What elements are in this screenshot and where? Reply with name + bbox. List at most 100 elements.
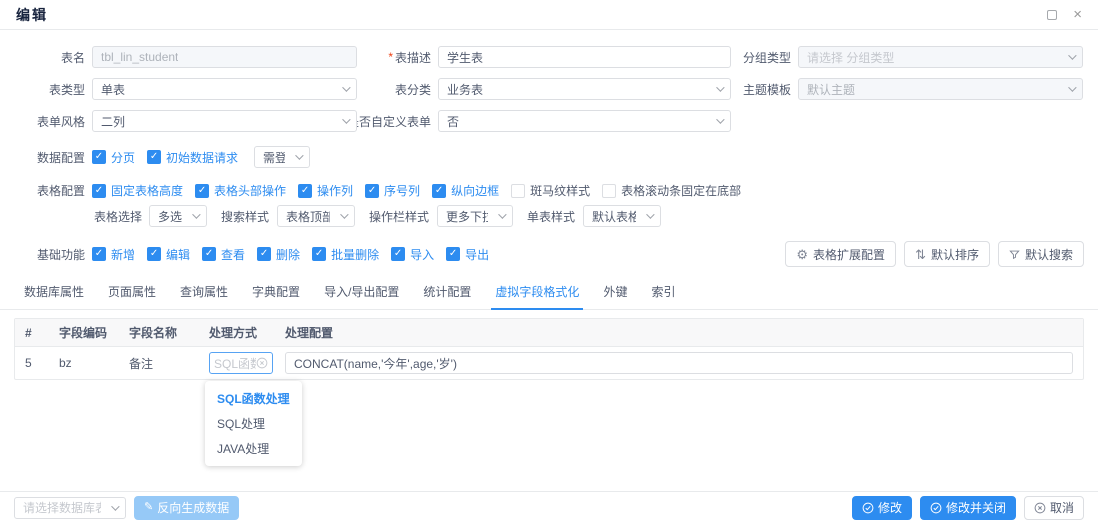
- dropdown-option-sql[interactable]: SQL处理: [205, 411, 302, 436]
- checkbox-table-header-actions[interactable]: ✓ 表格头部操作: [195, 182, 286, 199]
- tab-virtual-field-format[interactable]: 虚拟字段格式化: [483, 279, 591, 309]
- process-method-dropdown: SQL函数处理 SQL处理 JAVA处理: [205, 381, 302, 466]
- col-index: #: [15, 326, 53, 340]
- col-field-name: 字段名称: [123, 324, 203, 341]
- form-style-select[interactable]: 二列: [92, 110, 357, 132]
- col-field-code: 字段编码: [53, 324, 123, 341]
- table-category-select[interactable]: 业务表: [438, 78, 731, 100]
- dropdown-option-java[interactable]: JAVA处理: [205, 436, 302, 461]
- tab-database-props[interactable]: 数据库属性: [12, 279, 96, 309]
- checkbox-checked-icon: ✓: [365, 184, 379, 198]
- checkbox-pagination[interactable]: ✓ 分页: [92, 149, 135, 166]
- checkbox-initial-data-request[interactable]: ✓ 初始数据请求: [147, 149, 238, 166]
- single-table-style-select[interactable]: 默认表格: [583, 205, 661, 227]
- reverse-generate-button: ✎ 反向生成数据: [134, 496, 239, 520]
- custom-form-label: 是否自定义表单: [357, 113, 438, 130]
- default-sort-button[interactable]: ⇅ 默认排序: [904, 241, 990, 267]
- checkbox-import[interactable]: ✓ 导入: [391, 246, 434, 263]
- row-field-code: bz: [53, 356, 123, 370]
- group-type-select: 请选择 分组类型: [798, 46, 1083, 68]
- tab-index[interactable]: 索引: [639, 279, 687, 309]
- dialog-title: 编辑: [16, 5, 48, 25]
- checkbox-checked-icon: ✓: [432, 184, 446, 198]
- checkbox-unchecked-icon: [511, 184, 525, 198]
- tab-import-export-config[interactable]: 导入/导出配置: [312, 279, 411, 309]
- check-circle-icon: [930, 502, 942, 514]
- table-type-label: 表类型: [14, 81, 92, 98]
- modify-button[interactable]: 修改: [852, 496, 912, 520]
- checkbox-checked-icon: ✓: [92, 247, 106, 261]
- tab-stats-config[interactable]: 统计配置: [411, 279, 483, 309]
- table-select-mode-select[interactable]: 多选: [149, 205, 207, 227]
- checkbox-export[interactable]: ✓ 导出: [446, 246, 489, 263]
- chevron-down-icon: [342, 83, 350, 91]
- tab-dict-config[interactable]: 字典配置: [240, 279, 312, 309]
- dialog-footer: 请选择数据库表 ✎ 反向生成数据 修改 修改并关闭: [0, 491, 1098, 523]
- required-asterisk: *: [388, 50, 393, 64]
- chevron-down-icon: [498, 210, 506, 218]
- basic-functions-label: 基础功能: [14, 246, 92, 263]
- search-style-select[interactable]: 表格顶部: [277, 205, 355, 227]
- table-extend-config-button[interactable]: ⚙ 表格扩展配置: [785, 241, 896, 267]
- tab-foreign-key[interactable]: 外键: [591, 279, 639, 309]
- modify-and-close-button[interactable]: 修改并关闭: [920, 496, 1016, 520]
- table-category-label: 表分类: [357, 81, 438, 98]
- default-search-button[interactable]: 默认搜索: [998, 241, 1084, 267]
- clear-icon[interactable]: [256, 357, 268, 369]
- checkbox-fixed-table-height[interactable]: ✓ 固定表格高度: [92, 182, 183, 199]
- chevron-down-icon: [111, 502, 119, 510]
- close-circle-icon: [1034, 502, 1046, 514]
- theme-template-select: 默认主题: [798, 78, 1083, 100]
- checkbox-checked-icon: ✓: [92, 150, 106, 164]
- checkbox-add[interactable]: ✓ 新增: [92, 246, 135, 263]
- checkbox-batch-delete[interactable]: ✓ 批量删除: [312, 246, 379, 263]
- row-field-name: 备注: [123, 355, 203, 372]
- form-area: 表名 tbl_lin_student * 表描述 分组类型 请选择 分组类型 表…: [0, 30, 1098, 267]
- col-process-method: 处理方式: [203, 324, 279, 341]
- checkbox-view[interactable]: ✓ 查看: [202, 246, 245, 263]
- login-required-select[interactable]: 需登录: [254, 146, 310, 168]
- table-name-label: 表名: [14, 49, 92, 66]
- maximize-icon[interactable]: [1047, 10, 1057, 20]
- table-config-label: 表格配置: [14, 182, 92, 199]
- table-type-select[interactable]: 单表: [92, 78, 357, 100]
- database-table-select[interactable]: 请选择数据库表: [14, 497, 126, 519]
- search-style-label: 搜索样式: [221, 208, 269, 225]
- action-bar-style-label: 操作栏样式: [369, 208, 429, 225]
- chevron-down-icon: [716, 83, 724, 91]
- dropdown-option-sql-function[interactable]: SQL函数处理: [205, 386, 302, 411]
- table-desc-input[interactable]: [438, 46, 731, 68]
- table-desc-label: * 表描述: [357, 49, 438, 66]
- tab-page-props[interactable]: 页面属性: [96, 279, 168, 309]
- cancel-button[interactable]: 取消: [1024, 496, 1084, 520]
- process-config-input[interactable]: [285, 352, 1073, 374]
- custom-form-select[interactable]: 否: [438, 110, 731, 132]
- sort-icon: ⇅: [915, 248, 926, 261]
- chevron-down-icon: [1068, 83, 1076, 91]
- checkbox-index-column[interactable]: ✓ 序号列: [365, 182, 420, 199]
- checkbox-checked-icon: ✓: [202, 247, 216, 261]
- checkbox-scrollbar-fixed-bottom[interactable]: 表格滚动条固定在底部: [602, 182, 741, 199]
- filter-icon: [1009, 249, 1020, 260]
- table-select-mode-label: 表格选择: [14, 208, 149, 225]
- close-icon[interactable]: ×: [1073, 7, 1082, 22]
- checkbox-checked-icon: ✓: [446, 247, 460, 261]
- row-index: 5: [15, 356, 53, 370]
- checkbox-action-column[interactable]: ✓ 操作列: [298, 182, 353, 199]
- virtual-field-table: # 字段编码 字段名称 处理方式 处理配置 5 bz 备注 SQL函数...: [14, 318, 1084, 380]
- data-config-label: 数据配置: [14, 149, 92, 166]
- col-process-config: 处理配置: [279, 324, 1083, 341]
- chevron-down-icon: [1068, 51, 1076, 59]
- tab-query-props[interactable]: 查询属性: [168, 279, 240, 309]
- checkbox-vertical-border[interactable]: ✓ 纵向边框: [432, 182, 499, 199]
- checkbox-delete[interactable]: ✓ 删除: [257, 246, 300, 263]
- table-row: 5 bz 备注 SQL函数... SQL函数处理 SQL处理 JAVA处理: [15, 347, 1083, 379]
- checkbox-checked-icon: ✓: [312, 247, 326, 261]
- checkbox-checked-icon: ✓: [391, 247, 405, 261]
- checkbox-zebra-stripe[interactable]: 斑马纹样式: [511, 182, 590, 199]
- process-method-select[interactable]: SQL函数...: [209, 352, 273, 374]
- action-bar-style-select[interactable]: 更多下拉: [437, 205, 513, 227]
- checkbox-edit[interactable]: ✓ 编辑: [147, 246, 190, 263]
- theme-template-label: 主题模板: [731, 81, 798, 98]
- form-style-label: 表单风格: [14, 113, 92, 130]
